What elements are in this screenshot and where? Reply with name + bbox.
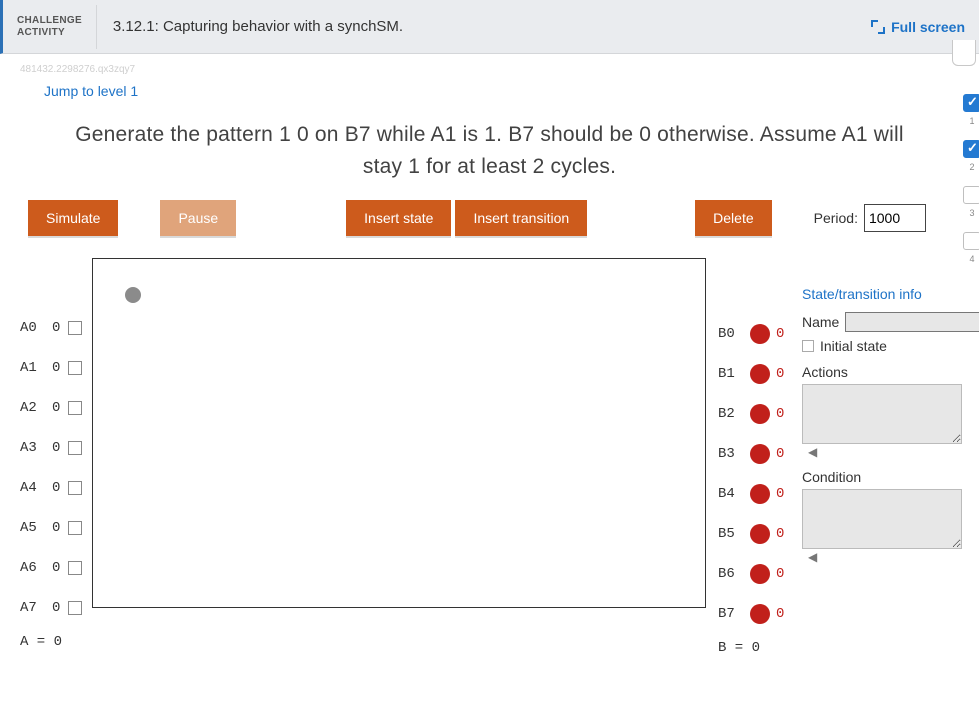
watermark: 481432.2298276.qx3zqy7 [0, 54, 979, 77]
simulate-button[interactable]: Simulate [28, 200, 118, 236]
toolbar: Simulate Pause Insert state Insert trans… [0, 196, 979, 244]
name-input[interactable] [845, 312, 979, 332]
input-panel: A00 A10 A20 A30 A40 A50 A60 A70 A = 0 [20, 308, 82, 650]
fullscreen-button[interactable]: Full screen [871, 19, 979, 35]
progress-step-1[interactable] [963, 94, 979, 112]
input-row-a3: A30 [20, 428, 82, 468]
scroll-left-icon[interactable]: ◀ [802, 550, 962, 564]
sm-canvas[interactable] [92, 258, 706, 608]
led-icon [750, 524, 770, 544]
initial-state-dot[interactable] [125, 287, 141, 303]
input-checkbox-a6[interactable] [68, 561, 82, 575]
output-row-b1: B10 [718, 354, 784, 394]
period-input[interactable] [864, 204, 926, 232]
fullscreen-icon [871, 20, 885, 34]
delete-button[interactable]: Delete [695, 200, 771, 236]
input-row-a5: A50 [20, 508, 82, 548]
side-title: State/transition info [802, 286, 962, 302]
input-row-a0: A00 [20, 308, 82, 348]
scroll-left-icon[interactable]: ◀ [802, 445, 962, 459]
input-checkbox-a1[interactable] [68, 361, 82, 375]
activity-title: 3.12.1: Capturing behavior with a synchS… [97, 18, 871, 35]
output-row-b5: B50 [718, 514, 784, 554]
side-panel: State/transition info Name Initial state… [802, 286, 962, 564]
input-checkbox-a2[interactable] [68, 401, 82, 415]
jump-link[interactable]: Jump to level 1 [0, 77, 979, 105]
note-tab [952, 40, 979, 69]
input-row-a1: A10 [20, 348, 82, 388]
condition-input[interactable] [802, 489, 962, 549]
activity-badge: CHALLENGE ACTIVITY [3, 5, 97, 49]
period-label: Period: [814, 210, 858, 226]
led-icon [750, 604, 770, 624]
led-icon [750, 404, 770, 424]
badge-line2: ACTIVITY [17, 27, 82, 39]
fullscreen-label: Full screen [891, 19, 965, 35]
instructions: Generate the pattern 1 0 on B7 while A1 … [0, 105, 979, 196]
input-checkbox-a3[interactable] [68, 441, 82, 455]
actions-label: Actions [802, 364, 962, 380]
actions-section: Actions ◀ [802, 364, 962, 459]
insert-state-button[interactable]: Insert state [346, 200, 451, 236]
initial-state-row: Initial state [802, 338, 962, 354]
output-row-b3: B30 [718, 434, 784, 474]
output-row-b4: B40 [718, 474, 784, 514]
input-checkbox-a5[interactable] [68, 521, 82, 535]
input-checkbox-a4[interactable] [68, 481, 82, 495]
input-checkbox-a7[interactable] [68, 601, 82, 615]
output-row-b6: B60 [718, 554, 784, 594]
output-panel: B00 B10 B20 B30 B40 B50 B60 B70 B = 0 [718, 314, 784, 656]
input-sum: A = 0 [20, 634, 82, 650]
progress-tracker: 1 2 3 4 [963, 94, 979, 264]
initial-state-checkbox[interactable] [802, 340, 814, 352]
output-row-b2: B20 [718, 394, 784, 434]
output-sum: B = 0 [718, 640, 784, 656]
condition-label: Condition [802, 469, 962, 485]
insert-transition-button[interactable]: Insert transition [455, 200, 587, 236]
led-icon [750, 564, 770, 584]
output-row-b0: B00 [718, 314, 784, 354]
condition-section: Condition ◀ [802, 469, 962, 564]
input-row-a2: A20 [20, 388, 82, 428]
badge-line1: CHALLENGE [17, 15, 82, 27]
progress-step-2[interactable] [963, 140, 979, 158]
activity-header: CHALLENGE ACTIVITY 3.12.1: Capturing beh… [0, 0, 979, 54]
led-icon [750, 444, 770, 464]
led-icon [750, 324, 770, 344]
input-row-a4: A40 [20, 468, 82, 508]
output-row-b7: B70 [718, 594, 784, 634]
actions-input[interactable] [802, 384, 962, 444]
pause-button[interactable]: Pause [160, 200, 236, 236]
progress-step-3[interactable] [963, 186, 979, 204]
led-icon [750, 364, 770, 384]
name-label-row: Name [802, 312, 962, 332]
input-row-a6: A60 [20, 548, 82, 588]
input-row-a7: A70 [20, 588, 82, 628]
input-checkbox-a0[interactable] [68, 321, 82, 335]
progress-step-4[interactable] [963, 232, 979, 250]
led-icon [750, 484, 770, 504]
